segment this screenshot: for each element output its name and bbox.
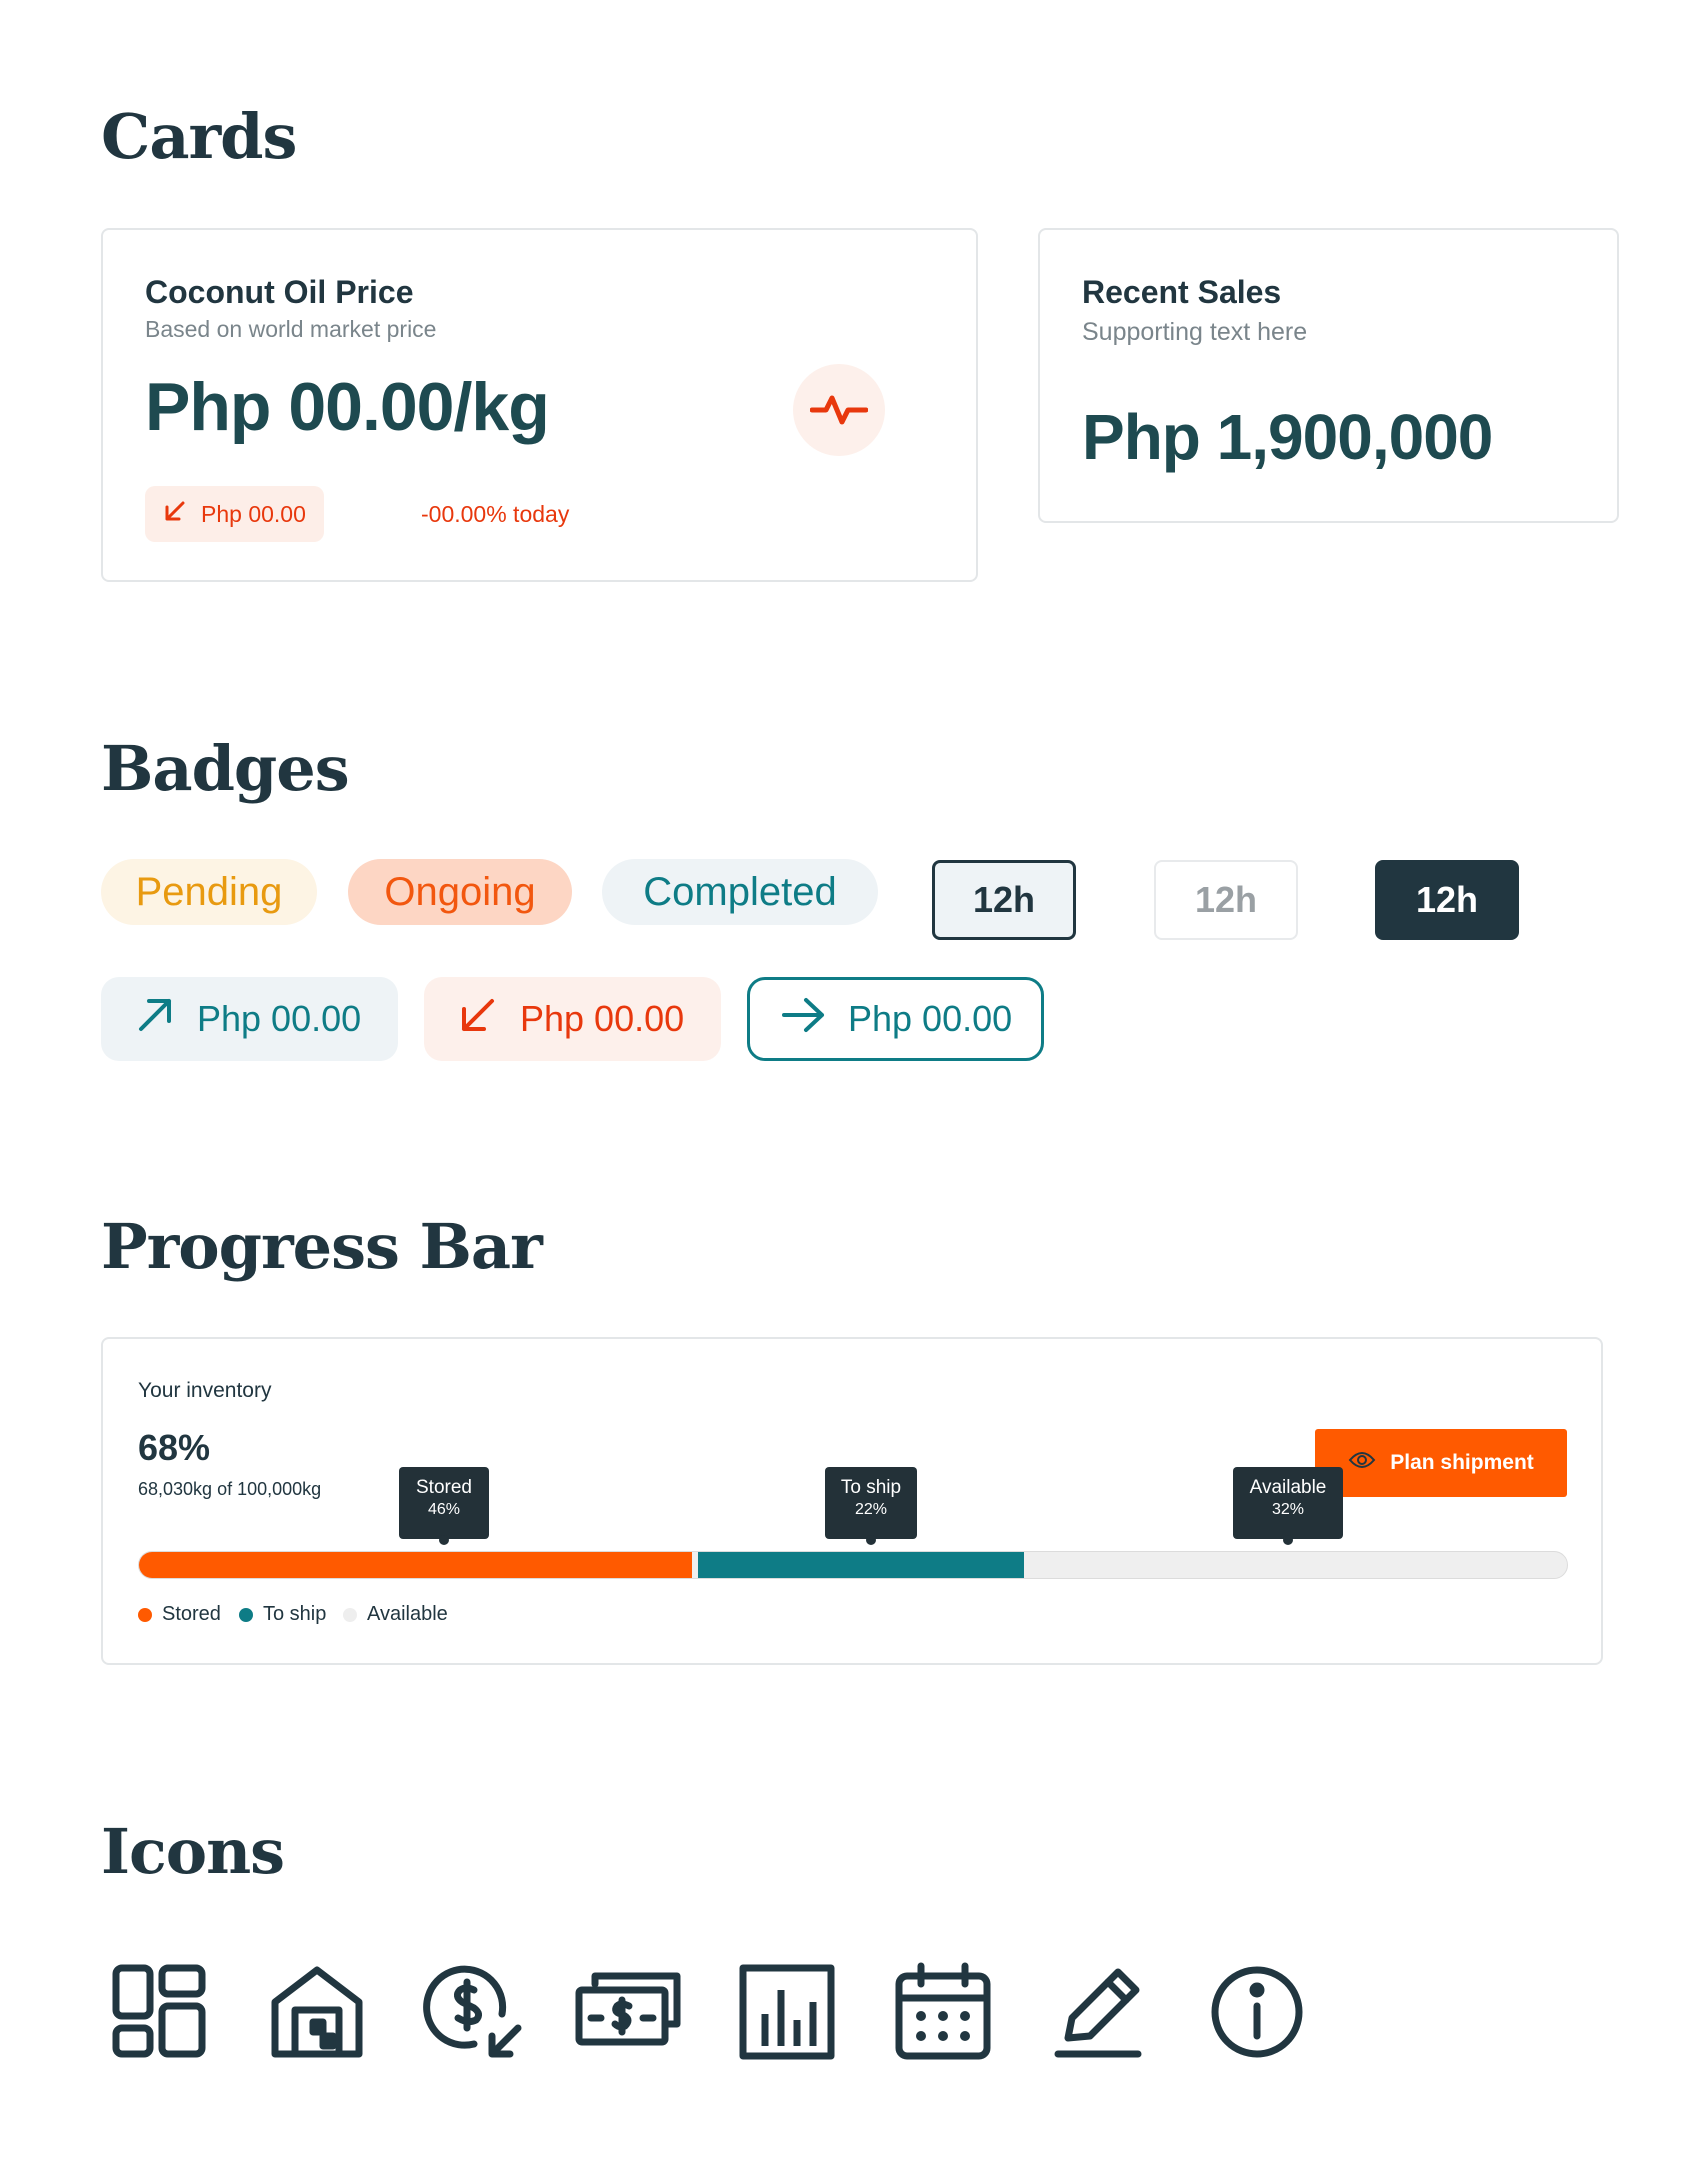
tooltip-label: Stored [416, 1477, 472, 1498]
inventory-label: Your inventory [138, 1379, 272, 1402]
inventory-detail: 68,030kg of 100,000kg [138, 1479, 322, 1499]
trend-value: Php 00.00 [520, 998, 685, 1039]
tooltip-label: To ship [840, 1477, 902, 1498]
dollar-receive-icon [422, 1962, 522, 2062]
legend-label: Available [367, 1603, 448, 1625]
section-title-badges: Badges [101, 732, 350, 805]
legend-label: Stored [162, 1603, 221, 1625]
tooltip-stored: Stored 46% [399, 1467, 489, 1545]
plan-shipment-label: Plan shipment [1390, 1451, 1534, 1474]
tooltip-percent: 22% [854, 1501, 888, 1518]
section-title-progress: Progress Bar [101, 1210, 543, 1283]
time-badge-outlined: 12h [932, 860, 1076, 940]
recent-sales-card: Recent Sales Supporting text here Php 1,… [1038, 228, 1619, 523]
card-title: Coconut Oil Price [145, 274, 414, 310]
tooltip-percent: 32% [1271, 1501, 1305, 1518]
inventory-card: Your inventory 68% 68,030kg of 100,000kg… [101, 1337, 1603, 1665]
inventory-progress-bar [138, 1551, 1568, 1579]
warehouse-icon [267, 1962, 367, 2062]
arrow-right-icon [780, 995, 826, 1044]
progress-segment-stored [139, 1552, 692, 1578]
price-change-value: Php 00.00 [201, 500, 306, 527]
trend-badge-neutral: Php 00.00 [747, 977, 1044, 1061]
eye-icon [1348, 1450, 1376, 1476]
arrow-up-right-icon [135, 995, 175, 1044]
pencil-icon [1050, 1962, 1150, 2062]
badge-ongoing: Ongoing [348, 859, 572, 925]
legend-to-ship: To ship [239, 1603, 326, 1626]
card-sales-value: Php 1,900,000 [1082, 401, 1493, 473]
tooltip-label: Available [1249, 1477, 1327, 1498]
plan-shipment-button[interactable]: Plan shipment [1315, 1429, 1567, 1497]
time-badge-filled: 12h [1375, 860, 1519, 940]
card-price-value: Php 00.00/kg [145, 369, 550, 445]
tooltip-to-ship: To ship 22% [825, 1467, 917, 1545]
legend-dot [239, 1607, 253, 1622]
card-subtitle: Supporting text here [1082, 318, 1308, 346]
price-change-percent: -00.00% today [421, 501, 570, 527]
card-title: Recent Sales [1082, 274, 1282, 310]
trend-value: Php 00.00 [848, 998, 1013, 1039]
legend-stored: Stored [138, 1603, 221, 1626]
trend-badge-down: Php 00.00 [424, 977, 721, 1061]
legend-dot [138, 1607, 152, 1622]
tooltip-available: Available 32% [1233, 1467, 1343, 1545]
legend-dot [343, 1607, 357, 1622]
arrow-down-left-icon [458, 995, 498, 1044]
section-title-cards: Cards [101, 100, 297, 173]
bar-chart-icon [737, 1962, 837, 2062]
info-icon [1207, 1962, 1307, 2062]
arrow-down-left-icon [163, 499, 187, 529]
badge-pending: Pending [101, 859, 317, 925]
activity-pulse-icon [793, 364, 885, 456]
section-title-icons: Icons [101, 1815, 285, 1888]
progress-segment-to-ship [698, 1552, 1024, 1578]
legend-available: Available [343, 1603, 448, 1626]
time-badge-disabled: 12h [1154, 860, 1298, 940]
dashboard-icon [110, 1962, 210, 2062]
cash-icon [573, 1962, 685, 2062]
card-subtitle: Based on world market price [145, 316, 437, 342]
price-change-chip: Php 00.00 [145, 486, 324, 542]
tooltip-percent: 46% [427, 1501, 461, 1518]
calendar-icon [893, 1962, 993, 2062]
legend-label: To ship [263, 1603, 327, 1625]
coconut-oil-price-card: Coconut Oil Price Based on world market … [101, 228, 978, 582]
inventory-percent: 68% [138, 1427, 211, 1468]
trend-badge-up: Php 00.00 [101, 977, 398, 1061]
badge-completed: Completed [602, 859, 878, 925]
trend-value: Php 00.00 [197, 998, 362, 1039]
